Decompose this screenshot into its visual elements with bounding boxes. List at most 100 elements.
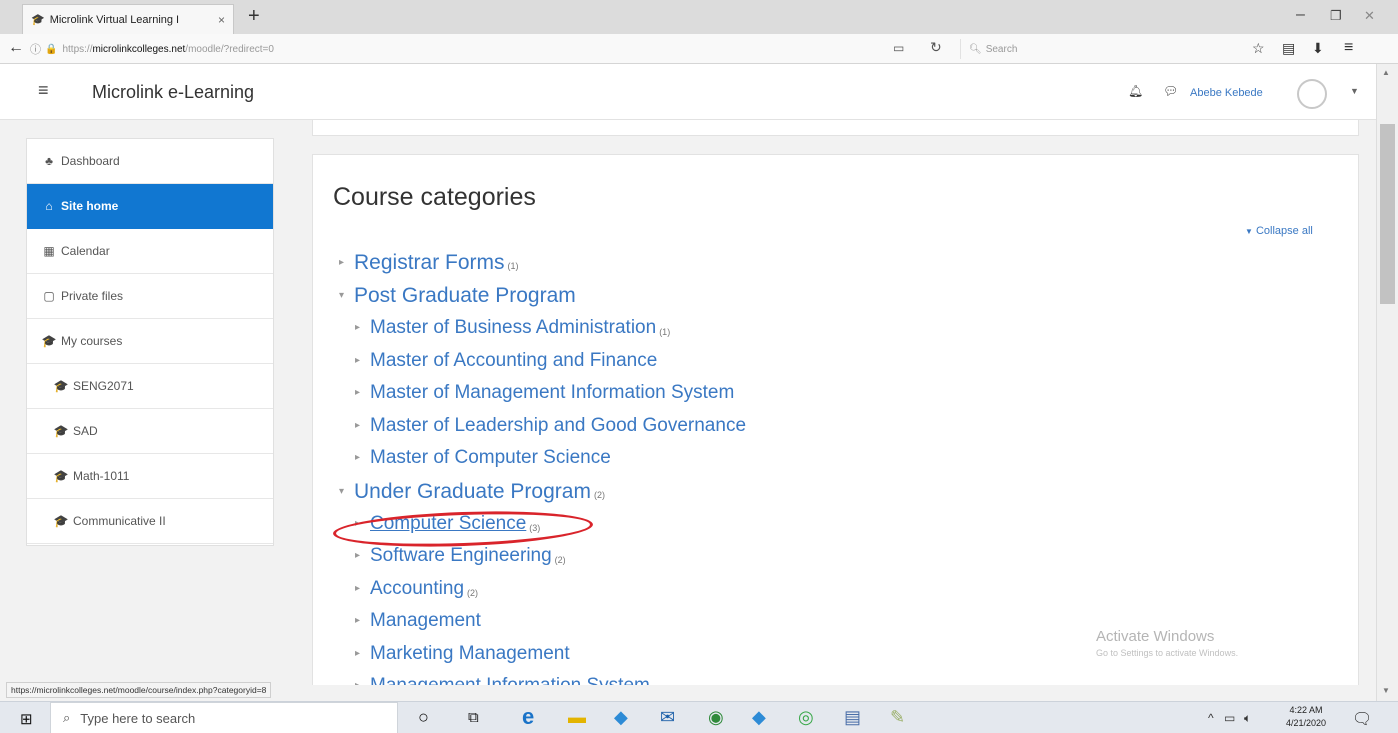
address-bar[interactable]: ⓘ 🔒 https:// microlinkcolleges.net /mood… (30, 38, 880, 60)
taskbar-search-placeholder: Type here to search (80, 710, 196, 726)
category-item[interactable]: ▸ Master of Computer Science (355, 442, 746, 475)
category-item[interactable]: ▾ Under Graduate Program (2) (339, 475, 746, 508)
sidebar-item[interactable]: ♣ Dashboard (27, 139, 273, 184)
sidebar-item[interactable]: ▦ Calendar (27, 229, 273, 274)
taskbar-search-input[interactable]: ⌕ Type here to search (50, 702, 398, 733)
avatar[interactable] (1297, 79, 1327, 109)
category-item[interactable]: ▸ Master of Business Administration (1) (355, 312, 746, 345)
collapsed-arrow-icon[interactable]: ▸ (355, 345, 370, 378)
category-link[interactable]: Under Graduate Program (354, 475, 591, 508)
category-link[interactable]: Master of Management Information System (370, 377, 734, 410)
edge-browser-icon[interactable]: e (522, 704, 534, 730)
minimize-window-button[interactable]: – (1296, 6, 1305, 24)
category-link[interactable]: Master of Computer Science (370, 442, 611, 475)
sidebar-item[interactable]: 🎓 My courses (27, 319, 273, 364)
category-item[interactable]: ▸ Computer Science (3) (355, 508, 746, 541)
page-scrollbar[interactable]: ▲ ▼ (1376, 64, 1398, 701)
reload-icon[interactable]: ↻ (930, 39, 942, 56)
close-window-button[interactable]: ✕ (1364, 8, 1375, 24)
app-icon[interactable]: ◆ (752, 707, 766, 728)
sidebar-item[interactable]: ⌂ Site home (27, 184, 273, 229)
browser-search-input[interactable]: 🔍︎ Search (960, 39, 1230, 59)
back-arrow-icon[interactable]: ← (8, 39, 24, 57)
category-link[interactable]: Marketing Management (370, 638, 570, 671)
tab-close-icon[interactable]: × (218, 13, 225, 27)
browser-tab[interactable]: 🎓 Microlink Virtual Learning I × (22, 4, 234, 34)
sidebar-item[interactable]: 🎓 SAD (27, 409, 273, 454)
scroll-up-icon[interactable]: ▲ (1382, 68, 1390, 77)
course-count: (2) (467, 587, 479, 598)
category-item[interactable]: ▸ Management (355, 605, 746, 638)
network-icon[interactable]: ▭ (1224, 711, 1235, 725)
collapsed-arrow-icon[interactable]: ▸ (355, 605, 370, 638)
user-menu-caret-icon[interactable]: ▼ (1350, 86, 1359, 96)
file-explorer-icon[interactable]: ▬ (568, 707, 586, 728)
collapsed-arrow-icon[interactable]: ▸ (355, 638, 370, 671)
tray-overflow-icon[interactable]: ^ (1208, 711, 1214, 725)
sidebar-item[interactable]: 🎓 SENG2071 (27, 364, 273, 409)
sidebar-item-icon: ♣ (45, 154, 53, 168)
reader-view-icon[interactable]: ▭ (893, 41, 904, 55)
user-name[interactable]: Abebe Kebede (1190, 87, 1263, 99)
bookmark-star-icon[interactable]: ☆ (1252, 40, 1265, 57)
collapsed-arrow-icon[interactable]: ▸ (355, 442, 370, 475)
site-name[interactable]: Microlink e-Learning (92, 82, 254, 103)
category-item[interactable]: ▾ Post Graduate Program (339, 279, 746, 312)
site-info-icon[interactable]: ⓘ (30, 41, 41, 57)
expanded-arrow-icon[interactable]: ▾ (339, 475, 354, 508)
collapsed-arrow-icon[interactable]: ▸ (355, 508, 370, 541)
category-item[interactable]: ▸ Accounting (2) (355, 573, 746, 606)
category-item[interactable]: ▸ Master of Management Information System (355, 377, 746, 410)
category-item[interactable]: ▸ Master of Accounting and Finance (355, 345, 746, 378)
volume-icon[interactable]: 🔈︎ (1244, 711, 1251, 726)
action-center-icon[interactable]: 🗨︎ (1352, 709, 1372, 729)
tool-app-icon[interactable]: ✎ (890, 707, 905, 728)
sidebar-item[interactable]: ▢ Private files (27, 274, 273, 319)
document-app-icon[interactable]: ▤ (844, 707, 861, 728)
collapsed-arrow-icon[interactable]: ▸ (355, 312, 370, 345)
collapsed-arrow-icon[interactable]: ▸ (355, 410, 370, 443)
drawer-toggle-icon[interactable]: ≡ (38, 80, 49, 101)
cortana-icon[interactable]: ○ (418, 707, 429, 728)
collapse-all-link[interactable]: ▼ Collapse all (1245, 225, 1313, 237)
expanded-arrow-icon[interactable]: ▾ (339, 279, 354, 312)
category-link[interactable]: Accounting (370, 573, 464, 606)
scrollbar-thumb[interactable] (1380, 124, 1395, 304)
menu-icon[interactable]: ≡ (1344, 39, 1353, 57)
category-link[interactable]: Registrar Forms (354, 246, 505, 279)
category-link[interactable]: Software Engineering (370, 540, 552, 573)
collapsed-arrow-icon[interactable]: ▸ (355, 377, 370, 410)
category-link[interactable]: Management (370, 605, 481, 638)
mail-app-icon[interactable]: ✉ (660, 707, 675, 728)
windows-start-icon[interactable]: ⊞ (20, 710, 33, 728)
category-link[interactable]: Management Information System (370, 670, 650, 685)
category-item[interactable]: ▸ Master of Leadership and Good Governanc… (355, 410, 746, 443)
category-link[interactable]: Computer Science (370, 508, 526, 541)
collapsed-arrow-icon[interactable]: ▸ (355, 670, 370, 685)
maximize-window-button[interactable]: ❐ (1330, 8, 1342, 24)
system-clock[interactable]: 4:22 AM 4/21/2020 (1286, 704, 1326, 730)
globe-app-icon[interactable]: ◉ (708, 707, 724, 728)
chat-app-icon[interactable]: ◎ (798, 707, 814, 728)
new-tab-button[interactable]: + (248, 6, 260, 26)
category-link[interactable]: Master of Business Administration (370, 312, 656, 345)
category-link[interactable]: Post Graduate Program (354, 279, 576, 312)
category-item[interactable]: ▸ Marketing Management (355, 638, 746, 671)
task-view-icon[interactable]: ⧉ (468, 709, 479, 726)
category-link[interactable]: Master of Leadership and Good Governance (370, 410, 746, 443)
scroll-down-icon[interactable]: ▼ (1382, 686, 1390, 695)
messages-icon[interactable]: 💬︎ (1163, 84, 1178, 98)
sidebar-item[interactable]: 🎓 Communicative II (27, 499, 273, 544)
category-item[interactable]: ▸ Registrar Forms (1) (339, 246, 746, 279)
store-app-icon[interactable]: ◆ (614, 707, 628, 728)
collapsed-arrow-icon[interactable]: ▸ (355, 540, 370, 573)
collapsed-arrow-icon[interactable]: ▸ (355, 573, 370, 606)
sidebar-item[interactable]: 🎓 Math-1011 (27, 454, 273, 499)
download-icon[interactable]: ⬇ (1312, 40, 1324, 57)
category-item[interactable]: ▸Management Information System (355, 670, 746, 685)
library-icon[interactable]: ▤ (1282, 40, 1295, 57)
category-link[interactable]: Master of Accounting and Finance (370, 345, 657, 378)
collapsed-arrow-icon[interactable]: ▸ (339, 246, 354, 279)
category-item[interactable]: ▸ Software Engineering (2) (355, 540, 746, 573)
notification-bell-icon[interactable]: 🔔︎ (1128, 84, 1143, 98)
